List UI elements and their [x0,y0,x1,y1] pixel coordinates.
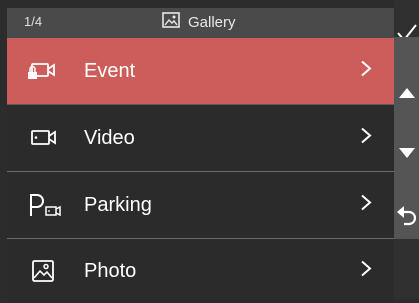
back-return-icon[interactable] [394,203,419,229]
menu-item-label: Video [84,126,135,149]
header-title-group: Gallery [162,12,236,33]
menu-item-label: Parking [84,193,152,216]
chevron-right-icon [360,127,372,150]
video-camera-icon [25,124,65,152]
chevron-right-icon [360,260,372,283]
photo-icon [25,257,65,285]
event-camera-icon [25,57,65,85]
gallery-menu: 1/4 Gallery Event Video Parking Photo [7,8,394,303]
menu-item-parking[interactable]: Parking [7,172,394,239]
chevron-right-icon [360,60,372,83]
page-title: Gallery [188,14,236,31]
menu-list: Event Video Parking Photo [7,38,394,303]
menu-item-video[interactable]: Video [7,105,394,172]
up-arrow-icon[interactable] [394,85,419,101]
side-control-bar [394,0,419,299]
menu-item-photo[interactable]: Photo [7,239,394,303]
gallery-header: 1/4 Gallery [7,8,394,38]
down-arrow-icon[interactable] [394,145,419,161]
menu-item-label: Photo [84,259,137,282]
page-counter: 1/4 [24,14,43,29]
parking-camera-icon [25,191,65,219]
gallery-icon [162,12,180,33]
menu-item-event[interactable]: Event [7,38,394,105]
menu-item-label: Event [84,59,136,82]
chevron-right-icon [360,194,372,217]
